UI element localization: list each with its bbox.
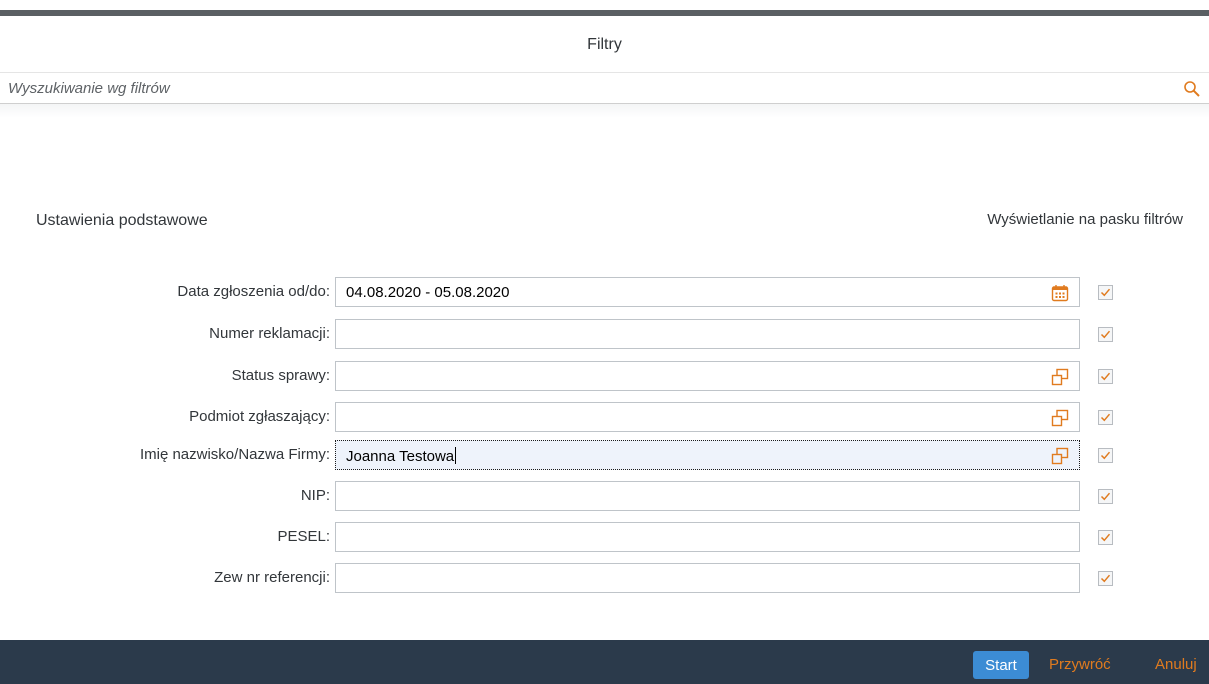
filter-row-case-status: Status sprawy: xyxy=(0,361,1209,391)
value-help-icon[interactable] xyxy=(1051,409,1069,427)
name-company-value: Joanna Testowa xyxy=(346,447,457,465)
checkmark-icon xyxy=(1100,533,1111,542)
case-status-input[interactable] xyxy=(335,361,1080,391)
checkmark-icon xyxy=(1100,288,1111,297)
filter-label: Data zgłoszenia od/do: xyxy=(177,283,330,300)
value-help-icon[interactable] xyxy=(1051,368,1069,386)
filter-row-reporting-entity: Podmiot zgłaszający: xyxy=(0,402,1209,432)
window-top-border xyxy=(0,10,1209,16)
filter-row-external-reference: Zew nr referencji: xyxy=(0,563,1209,593)
cancel-button[interactable]: Anuluj xyxy=(1155,651,1197,679)
filter-row-nip: NIP: xyxy=(0,481,1209,511)
value-help-icon[interactable] xyxy=(1051,447,1069,465)
text-caret xyxy=(455,447,457,464)
checkmark-icon xyxy=(1100,574,1111,583)
checkmark-icon xyxy=(1100,492,1111,501)
start-button[interactable]: Start xyxy=(973,651,1029,679)
filter-label: PESEL: xyxy=(277,528,330,545)
filter-label: NIP: xyxy=(300,487,330,504)
filter-row-complaint-number: Numer reklamacji: xyxy=(0,319,1209,349)
restore-button[interactable]: Przywróć xyxy=(1049,651,1111,679)
filter-label: Numer reklamacji: xyxy=(209,325,330,342)
pesel-input[interactable] xyxy=(335,522,1080,552)
calendar-icon[interactable] xyxy=(1051,284,1069,302)
show-on-filter-bar-checkbox[interactable] xyxy=(1098,285,1113,300)
section-title: Ustawienia podstawowe xyxy=(36,212,208,229)
nip-input[interactable] xyxy=(335,481,1080,511)
filter-label: Podmiot zgłaszający: xyxy=(189,408,330,425)
complaint-number-input[interactable] xyxy=(335,319,1080,349)
show-on-filter-bar-checkbox[interactable] xyxy=(1098,410,1113,425)
filter-label: Status sprawy: xyxy=(231,367,330,384)
checkmark-icon xyxy=(1100,451,1111,460)
checkmark-icon xyxy=(1100,413,1111,422)
filter-row-name-company: Imię nazwisko/Nazwa Firmy: Joanna Testow… xyxy=(0,440,1209,470)
filter-row-pesel: PESEL: xyxy=(0,522,1209,552)
show-on-filter-bar-checkbox[interactable] xyxy=(1098,489,1113,504)
dialog-title: Filtry xyxy=(587,36,622,53)
checkmark-icon xyxy=(1100,330,1111,339)
external-reference-input[interactable] xyxy=(335,563,1080,593)
date-range-value: 04.08.2020 - 05.08.2020 xyxy=(346,284,510,301)
filter-search-bar xyxy=(0,72,1209,104)
show-on-filter-bar-checkbox[interactable] xyxy=(1098,530,1113,545)
show-on-filter-bar-checkbox[interactable] xyxy=(1098,448,1113,463)
reporting-entity-input[interactable] xyxy=(335,402,1080,432)
filter-label: Imię nazwisko/Nazwa Firmy: xyxy=(139,446,330,463)
display-column-title: Wyświetlanie na pasku filtrów xyxy=(987,211,1183,228)
search-bar-shadow xyxy=(0,104,1209,118)
search-icon[interactable] xyxy=(1183,80,1201,98)
show-on-filter-bar-checkbox[interactable] xyxy=(1098,327,1113,342)
filter-search-input[interactable] xyxy=(8,77,1168,99)
checkmark-icon xyxy=(1100,372,1111,381)
show-on-filter-bar-checkbox[interactable] xyxy=(1098,369,1113,384)
filter-label: Zew nr referencji: xyxy=(214,569,330,586)
date-range-input[interactable]: 04.08.2020 - 05.08.2020 xyxy=(335,277,1080,307)
filter-row-date: Data zgłoszenia od/do: 04.08.2020 - 05.0… xyxy=(0,277,1209,307)
show-on-filter-bar-checkbox[interactable] xyxy=(1098,571,1113,586)
name-company-input[interactable]: Joanna Testowa xyxy=(335,440,1080,470)
dialog-footer: Start Przywróć Anuluj xyxy=(0,640,1209,684)
